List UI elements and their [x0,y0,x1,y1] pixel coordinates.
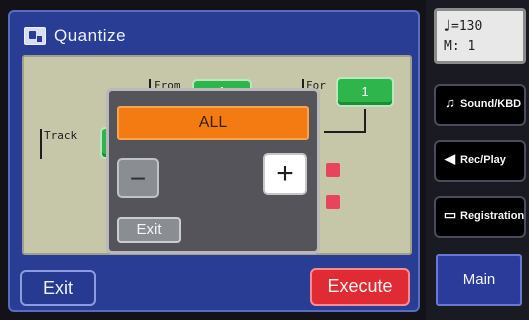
sound-kbd-label: Sound/KBD [460,98,522,110]
main-button[interactable]: Main [436,254,522,306]
decrement-button[interactable]: − [117,158,159,198]
status-marker-red [326,195,340,209]
status-marker-red [326,163,340,177]
registration-button[interactable]: ▭ Registration [434,196,526,238]
speaker-icon: ◀ [445,151,455,166]
window-icon [24,27,46,45]
track-bracket-line [40,129,42,159]
registration-icon: ▭ [443,207,457,222]
sound-kbd-button[interactable]: ♫ Sound/KBD [434,84,526,126]
right-sidebar: ♩ =130 M: 1 ♫ Sound/KBD ◀ Rec/Play ▭ Reg… [426,0,529,320]
increment-button[interactable]: + [263,153,307,195]
track-label: Track [44,129,78,142]
tempo-value: =130 [451,19,483,34]
execute-button[interactable]: Execute [310,268,410,306]
for-button[interactable]: 1 [336,77,394,107]
track-select-dialog: ALL − + Exit [106,88,320,254]
tempo-measure-display: ♩ =130 M: 1 [434,8,526,64]
selected-value-display: ALL [117,106,309,140]
music-note-icon: ♫ [445,95,455,110]
for-connector-horizontal [324,131,366,133]
dialog-exit-button[interactable]: Exit [117,217,181,243]
registration-label: Registration [460,210,525,222]
measure-value: M: 1 [444,39,476,54]
for-connector-vertical [364,109,366,133]
rec-play-label: Rec/Play [460,154,506,166]
window-title: Quantize [54,26,127,45]
rec-play-button[interactable]: ◀ Rec/Play [434,140,526,182]
exit-button[interactable]: Exit [20,270,96,306]
